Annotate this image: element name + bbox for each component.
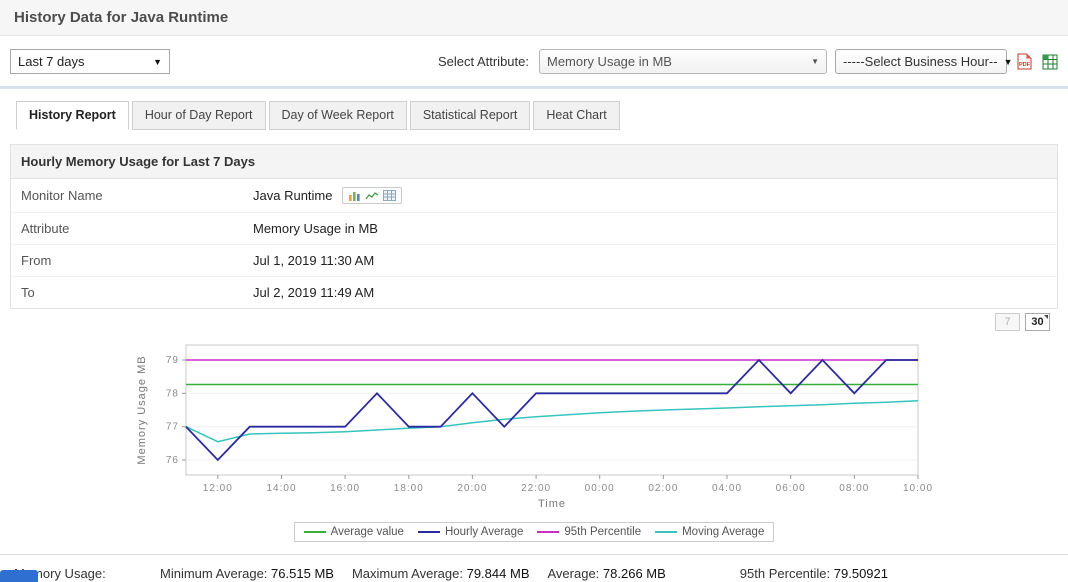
monitor-name-label: Monitor Name bbox=[21, 188, 253, 203]
period-select[interactable]: Last 7 days ▼ bbox=[10, 49, 170, 74]
svg-text:08:00: 08:00 bbox=[839, 483, 869, 494]
summary-bar: Memory Usage: Minimum Average: 76.515 MB… bbox=[0, 554, 1068, 581]
average-stat: Average: 78.266 MB bbox=[547, 566, 665, 581]
tab-hour-of-day-report[interactable]: Hour of Day Report bbox=[132, 101, 266, 130]
csv-export-icon[interactable] bbox=[1042, 54, 1058, 70]
period-select-value: Last 7 days bbox=[18, 54, 85, 69]
chart-canvas: 76 77 78 79 12:00 14:00 16:00 18:00 20:00 22:00 00… bbox=[134, 337, 934, 511]
business-hour-select[interactable]: -----Select Business Hour-- ▼ bbox=[835, 49, 1007, 74]
legend-item: Moving Average bbox=[655, 526, 764, 538]
chart-type-switcher[interactable] bbox=[342, 187, 402, 204]
line-chart-icon bbox=[365, 190, 379, 201]
to-row-value: Jul 2, 2019 11:49 AM bbox=[253, 285, 374, 300]
to-row-label: To bbox=[21, 285, 253, 300]
report-panel: Hourly Memory Usage for Last 7 Days Moni… bbox=[10, 144, 1058, 309]
page-title: History Data for Java Runtime bbox=[14, 9, 228, 26]
from-row-label: From bbox=[21, 253, 253, 268]
pdf-export-icon[interactable]: PDF bbox=[1017, 53, 1032, 70]
page-header: History Data for Java Runtime bbox=[0, 0, 1068, 36]
attribute-select[interactable]: Memory Usage in MB ▼ bbox=[539, 49, 827, 74]
attribute-row-value: Memory Usage in MB bbox=[253, 221, 378, 236]
svg-text:18:00: 18:00 bbox=[394, 483, 424, 494]
legend-item: 95th Percentile bbox=[537, 526, 641, 538]
attribute-label: Select Attribute: bbox=[438, 54, 529, 69]
report-tabs: History Report Hour of Day Report Day of… bbox=[16, 101, 1068, 130]
memory-usage-chart: 76 77 78 79 12:00 14:00 16:00 18:00 20:00 22:00 00… bbox=[134, 337, 934, 542]
bar-chart-icon bbox=[348, 190, 361, 201]
panel-title: Hourly Memory Usage for Last 7 Days bbox=[11, 145, 1057, 179]
table-row: Monitor Name Java Runtime bbox=[11, 179, 1057, 213]
minimum-average-stat: Minimum Average: 76.515 MB bbox=[160, 566, 334, 581]
from-row-value: Jul 1, 2019 11:30 AM bbox=[253, 253, 374, 268]
svg-text:20:00: 20:00 bbox=[457, 483, 487, 494]
svg-text:14:00: 14:00 bbox=[266, 483, 296, 494]
chart-section: 7 30 76 77 78 79 12:00 14:00 16:00 18:00 20:00 22… bbox=[0, 309, 1068, 542]
table-row: From Jul 1, 2019 11:30 AM bbox=[11, 245, 1057, 277]
tab-day-of-week-report[interactable]: Day of Week Report bbox=[269, 101, 407, 130]
chart-legend: Average value Hourly Average 95th Percenti… bbox=[294, 522, 775, 542]
maximum-average-stat: Maximum Average: 79.844 MB bbox=[352, 566, 530, 581]
range-buttons: 7 30 bbox=[995, 313, 1050, 331]
chevron-down-icon: ▼ bbox=[811, 57, 819, 66]
table-row: To Jul 2, 2019 11:49 AM bbox=[11, 277, 1057, 308]
svg-text:10:00: 10:00 bbox=[903, 483, 933, 494]
svg-text:00:00: 00:00 bbox=[585, 483, 615, 494]
table-row: Attribute Memory Usage in MB bbox=[11, 213, 1057, 245]
svg-text:76: 76 bbox=[166, 455, 179, 466]
feedback-widget[interactable] bbox=[0, 570, 38, 582]
toolbar: Last 7 days ▼ Select Attribute: Memory U… bbox=[0, 36, 1068, 89]
svg-text:78: 78 bbox=[166, 388, 179, 399]
table-icon bbox=[383, 190, 396, 201]
svg-text:22:00: 22:00 bbox=[521, 483, 551, 494]
chevron-down-icon: ▼ bbox=[1004, 57, 1013, 67]
chevron-down-icon: ▼ bbox=[153, 57, 162, 67]
monitor-name-value: Java Runtime bbox=[253, 188, 332, 203]
svg-text:04:00: 04:00 bbox=[712, 483, 742, 494]
legend-item: Hourly Average bbox=[418, 526, 523, 538]
attribute-row-label: Attribute bbox=[21, 221, 253, 236]
svg-text:79: 79 bbox=[166, 355, 179, 366]
legend-item: Average value bbox=[304, 526, 404, 538]
svg-text:PDF: PDF bbox=[1019, 62, 1031, 68]
tab-statistical-report[interactable]: Statistical Report bbox=[410, 101, 530, 130]
svg-text:Memory Usage MB: Memory Usage MB bbox=[136, 355, 148, 464]
svg-text:02:00: 02:00 bbox=[648, 483, 678, 494]
attribute-select-value: Memory Usage in MB bbox=[547, 54, 672, 69]
tab-heat-chart[interactable]: Heat Chart bbox=[533, 101, 619, 130]
range-30-days-button[interactable]: 30 bbox=[1025, 313, 1050, 331]
svg-text:77: 77 bbox=[166, 422, 179, 433]
percentile-stat: 95th Percentile: 79.50921 bbox=[740, 566, 888, 581]
svg-text:06:00: 06:00 bbox=[776, 483, 806, 494]
range-7-days-button[interactable]: 7 bbox=[995, 313, 1020, 331]
tab-history-report[interactable]: History Report bbox=[16, 101, 129, 130]
svg-text:12:00: 12:00 bbox=[203, 483, 233, 494]
svg-text:16:00: 16:00 bbox=[330, 483, 360, 494]
svg-text:Time: Time bbox=[538, 498, 566, 510]
business-hour-select-value: -----Select Business Hour-- bbox=[843, 54, 998, 69]
